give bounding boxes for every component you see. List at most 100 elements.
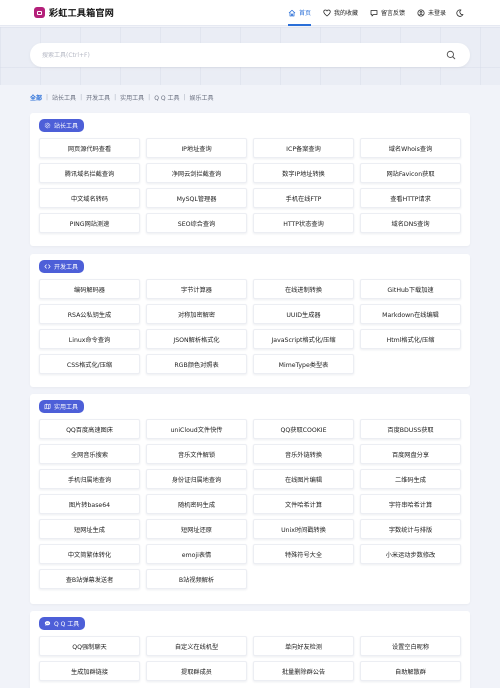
search-icon[interactable]	[446, 50, 456, 60]
tool-item[interactable]: ICP备案查询	[253, 138, 354, 158]
tool-item[interactable]: 二维码生成	[360, 469, 461, 489]
tool-item[interactable]: 域名Whois查询	[360, 138, 461, 158]
tool-item[interactable]: 图片转base64	[39, 494, 140, 514]
tool-item[interactable]: SEO综合查询	[146, 213, 247, 233]
brand-logo[interactable]: 彩虹工具箱官网	[34, 6, 114, 19]
nav-favorites[interactable]: 我的收藏	[323, 0, 358, 26]
category-separator: |	[148, 93, 151, 101]
tool-item[interactable]: UUID生成器	[253, 304, 354, 324]
tool-item[interactable]: PING网站测速	[39, 213, 140, 233]
tool-item[interactable]: 网站Favicon获取	[360, 163, 461, 183]
tool-item[interactable]: 域名DNS查询	[360, 213, 461, 233]
tool-item[interactable]: Html格式化/压缩	[360, 329, 461, 349]
tool-item[interactable]: 在线图片编辑	[253, 469, 354, 489]
user-icon	[417, 8, 425, 17]
tool-item[interactable]: 短网址还原	[146, 519, 247, 539]
tool-item[interactable]: 生成加群链接	[39, 661, 140, 681]
tool-item[interactable]: JavaScript格式化/压缩	[253, 329, 354, 349]
tool-item[interactable]: Unix时间戳转换	[253, 519, 354, 539]
nav-login[interactable]: 未登录	[417, 0, 446, 26]
tool-item[interactable]: B站视频解析	[146, 569, 247, 589]
category-tabs: 全部 | 站长工具 | 开发工具 | 实用工具 | Q Q 工具 | 娱乐工具	[30, 90, 470, 104]
tool-item[interactable]: MySQL管理器	[146, 188, 247, 208]
tool-item[interactable]: 自助解散群	[360, 661, 461, 681]
tool-item[interactable]: 手机归属地查询	[39, 469, 140, 489]
tool-item[interactable]: 短网址生成	[39, 519, 140, 539]
tool-item[interactable]: 文件哈希计算	[253, 494, 354, 514]
section-tag: 实用工具	[39, 400, 85, 413]
tool-item[interactable]: Linux命令查询	[39, 329, 140, 349]
category-qq[interactable]: Q Q 工具	[154, 93, 179, 102]
tool-item[interactable]: 身份证归属地查询	[146, 469, 247, 489]
tool-item[interactable]: 批量删除群公告	[253, 661, 354, 681]
tool-item[interactable]: GitHub下载加速	[360, 279, 461, 299]
tool-item[interactable]: 编码解码器	[39, 279, 140, 299]
section-dev-tools: 开发工具 编码解码器 字节计算器 在线进制转换 GitHub下载加速 RSA公私…	[30, 254, 470, 387]
tool-item[interactable]: 特殊符号大全	[253, 544, 354, 564]
tool-item[interactable]: 中文简繁体转化	[39, 544, 140, 564]
category-all[interactable]: 全部	[30, 93, 42, 102]
tool-grid: 网页源代码查看 IP地址查询 ICP备案查询 域名Whois查询 腾讯域名拦截查…	[39, 138, 461, 233]
tool-item[interactable]: IP地址查询	[146, 138, 247, 158]
tool-item[interactable]: 腾讯域名拦截查询	[39, 163, 140, 183]
tool-grid: QQ百度高速图床 uniCloud文件快传 QQ获取COOKIE 百度BDUSS…	[39, 419, 461, 589]
tool-item[interactable]: HTTP状态查询	[253, 213, 354, 233]
tool-item[interactable]: JSON解析格式化	[146, 329, 247, 349]
message-icon	[370, 9, 378, 16]
tool-item[interactable]: 字节计算器	[146, 279, 247, 299]
tool-item[interactable]: MimeType类型表	[253, 354, 354, 374]
chat-icon	[44, 621, 51, 626]
gear-icon	[44, 122, 51, 129]
tool-item[interactable]: QQ获取COOKIE	[253, 419, 354, 439]
tool-item[interactable]: RSA公私钥生成	[39, 304, 140, 324]
search-input[interactable]	[42, 51, 446, 59]
tool-item[interactable]: emoji表情	[146, 544, 247, 564]
section-tag: Q Q 工具	[39, 617, 86, 630]
tool-item[interactable]: uniCloud文件快传	[146, 419, 247, 439]
tool-item[interactable]: 音乐外链转换	[253, 444, 354, 464]
tool-item[interactable]: 小米运动步数修改	[360, 544, 461, 564]
search-box	[30, 43, 470, 67]
theme-toggle-button[interactable]	[456, 9, 464, 17]
nav-login-label: 未登录	[427, 10, 446, 17]
tool-item[interactable]: CSS格式化/压缩	[39, 354, 140, 374]
tool-item[interactable]: 随机密码生成	[146, 494, 247, 514]
tool-item[interactable]: RGB颜色对照表	[146, 354, 247, 374]
tool-item[interactable]: 对称加密解密	[146, 304, 247, 324]
tool-item[interactable]: 提取群成员	[146, 661, 247, 681]
tool-item[interactable]: 查看HTTP请求	[360, 188, 461, 208]
tool-item[interactable]: 在线进制转换	[253, 279, 354, 299]
category-fun[interactable]: 娱乐工具	[189, 93, 213, 102]
tool-item[interactable]: 查B站弹幕发送者	[39, 569, 140, 589]
tool-item[interactable]: 净网云剑拦截查询	[146, 163, 247, 183]
category-separator: |	[114, 93, 117, 101]
tool-item[interactable]: 字数统计与排版	[360, 519, 461, 539]
tool-item[interactable]: QQ强制聊天	[39, 636, 140, 656]
tool-item[interactable]: QQ百度高速图床	[39, 419, 140, 439]
tool-item[interactable]: 自定义在线机型	[146, 636, 247, 656]
tool-item[interactable]: 数字IP地址转换	[253, 163, 354, 183]
nav-feedback-label: 留言反馈	[380, 10, 405, 17]
nav-feedback[interactable]: 留言反馈	[370, 0, 405, 26]
nav-home[interactable]: 首页	[287, 0, 311, 26]
brand-name: 彩虹工具箱官网	[49, 9, 115, 19]
tool-item[interactable]: 手机在线FTP	[253, 188, 354, 208]
tool-item[interactable]: 全网音乐搜索	[39, 444, 140, 464]
tool-item[interactable]: 字符串哈希计算	[360, 494, 461, 514]
category-utility[interactable]: 实用工具	[120, 93, 144, 102]
tool-item[interactable]: 设置空白昵称	[360, 636, 461, 656]
category-separator: |	[183, 93, 186, 101]
code-icon	[44, 264, 51, 269]
section-tag: 站长工具	[39, 119, 85, 132]
category-dev[interactable]: 开发工具	[86, 93, 110, 102]
tool-item[interactable]: 单向好友检测	[253, 636, 354, 656]
tool-grid: QQ强制聊天 自定义在线机型 单向好友检测 设置空白昵称 生成加群链接 提取群成…	[39, 636, 461, 681]
category-webmaster[interactable]: 站长工具	[52, 93, 76, 102]
tool-item[interactable]: 百度网盘分享	[360, 444, 461, 464]
tool-item[interactable]: 中文域名转码	[39, 188, 140, 208]
tool-item[interactable]: 网页源代码查看	[39, 138, 140, 158]
tool-grid: 编码解码器 字节计算器 在线进制转换 GitHub下载加速 RSA公私钥生成 对…	[39, 279, 461, 374]
tool-item[interactable]: 音乐文件解锁	[146, 444, 247, 464]
tool-item[interactable]: Markdown在线编辑	[360, 304, 461, 324]
tool-item[interactable]: 百度BDUSS获取	[360, 419, 461, 439]
